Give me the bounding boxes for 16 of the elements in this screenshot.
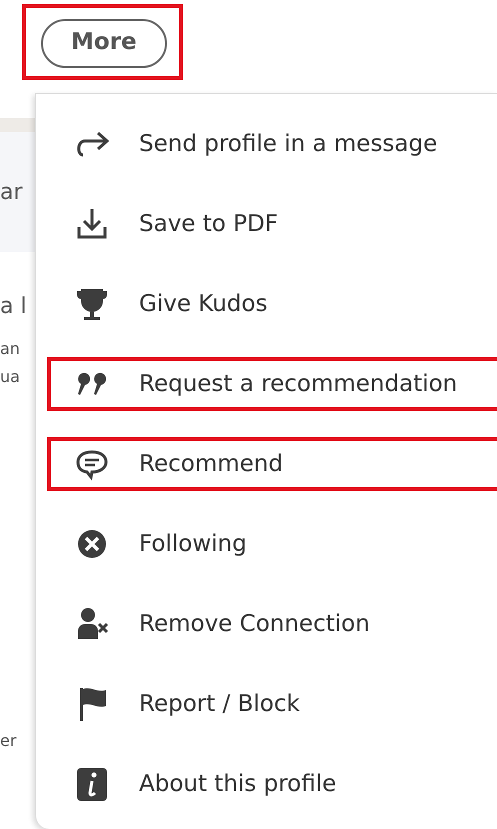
menu-item[interactable]: About this profile xyxy=(47,757,497,811)
menu-item[interactable]: Following xyxy=(47,517,497,571)
menu-item[interactable]: Request a recommendation xyxy=(47,357,497,411)
menu-item[interactable]: Recommend xyxy=(47,437,497,491)
text-fragment: a l xyxy=(0,293,28,321)
text-fragment: er xyxy=(0,730,18,752)
menu-item[interactable]: Report / Block xyxy=(47,677,497,731)
menu-item[interactable]: Save to PDF xyxy=(47,197,497,251)
text-fragment: ar xyxy=(0,178,23,206)
more-button[interactable]: More xyxy=(41,19,167,68)
text-fragment: an xyxy=(0,338,21,360)
text-fragment: ua xyxy=(0,366,21,388)
menu-item[interactable]: Remove Connection xyxy=(47,597,497,651)
divider-band xyxy=(0,118,36,132)
menu-item[interactable]: Give Kudos xyxy=(47,277,497,331)
menu-item[interactable]: Send profile in a message xyxy=(47,117,497,171)
